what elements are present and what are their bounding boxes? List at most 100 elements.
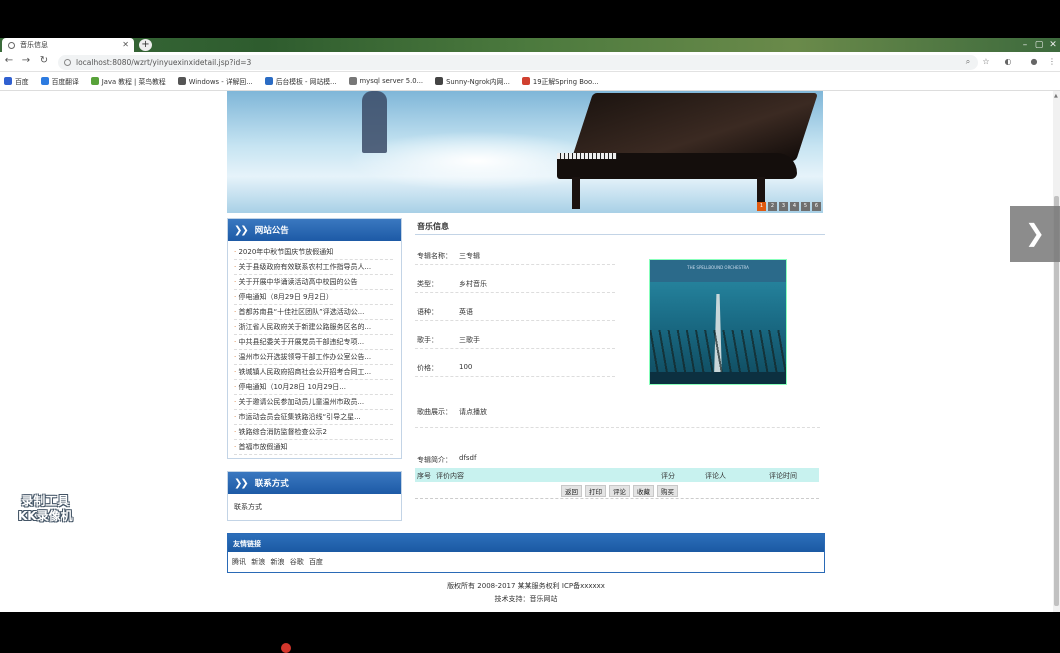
banner-page-button[interactable]: 3	[779, 202, 788, 211]
field-price: 价格： 100	[415, 357, 615, 377]
tab-title: 音乐信息	[20, 41, 48, 49]
menu-icon[interactable]: ⋮	[1046, 57, 1058, 66]
scroll-up-icon[interactable]: ▲	[1054, 93, 1058, 99]
copyright-text: 版权所有 2008-2017 某某服务权利 ICP备xxxxxx	[447, 582, 605, 590]
notice-link[interactable]: 停电通知（8月29日 9月2日）	[234, 290, 393, 305]
bookmark-item[interactable]: 百度	[4, 76, 29, 86]
field-genre: 类型： 乡村音乐	[415, 273, 615, 293]
bookmark-star-icon[interactable]: ☆	[980, 57, 992, 66]
url-input[interactable]: localhost:8080/wzrt/yinyuexinxidetail.js…	[58, 55, 978, 70]
banner-page-button[interactable]: 5	[801, 202, 810, 211]
banner-page-button[interactable]: 4	[790, 202, 799, 211]
notice-link[interactable]: 关于县级政府有效联系农村工作指导员人...	[234, 260, 393, 275]
notice-link[interactable]: 铁城镇人民政府招商社会公开招考合同工...	[234, 365, 393, 380]
info-icon	[64, 59, 71, 66]
friend-link[interactable]: 百度	[309, 558, 323, 566]
zoom-icon[interactable]: ⌕	[962, 57, 974, 67]
piano-leg	[572, 177, 580, 209]
friend-links-panel: 友情链接 腾讯 新浪 新浪 谷歌 百度	[227, 533, 825, 573]
close-tab-icon[interactable]: ✕	[122, 40, 129, 49]
banner-figures	[362, 91, 387, 153]
col-time: 评论时间	[769, 472, 797, 480]
favorite-button[interactable]: 收藏	[633, 485, 654, 497]
maximize-icon[interactable]: ▢	[1032, 39, 1046, 51]
bookmark-icon	[521, 77, 530, 85]
contact-title: 联系方式	[254, 479, 289, 489]
notice-link[interactable]: 浙江省人民政府关于新建公路服务区名的...	[234, 320, 393, 335]
bookmark-item[interactable]: Java 教程 | 菜鸟教程	[90, 76, 166, 86]
bookmark-icon	[90, 77, 99, 85]
notice-link[interactable]: 2020年中秋节国庆节放假通知	[234, 245, 393, 260]
video-letterbox-top	[0, 0, 1060, 38]
bookmark-item[interactable]: 19正解Spring Boo...	[521, 76, 599, 86]
bookmark-icon	[4, 77, 12, 85]
cover-text: THE SPELLBOUND ORCHESTRA	[687, 265, 749, 270]
col-author: 评论人	[705, 472, 726, 480]
action-buttons: 返回 打印 评论 收藏 购买	[561, 485, 678, 497]
music-title: 音乐信息	[415, 215, 825, 235]
contact-panel: ❯❯ 联系方式 联系方式	[227, 471, 402, 521]
piano-lid	[570, 93, 819, 161]
friend-link[interactable]: 新浪	[251, 558, 265, 566]
double-chevron-icon: ❯❯	[234, 224, 249, 236]
browser-tab[interactable]: 音乐信息 ✕	[2, 38, 134, 52]
banner-pager: 1 2 3 4 5 6	[757, 202, 821, 211]
row-divider	[415, 498, 819, 499]
bookmark-item[interactable]: 百度翻译	[40, 76, 79, 86]
intro-label: 专辑简介：	[417, 456, 452, 464]
friend-link[interactable]: 腾讯	[232, 558, 246, 566]
notice-link[interactable]: 市运动会员会征集铁路沿线“引导之星...	[234, 410, 393, 425]
notice-link[interactable]: 温州市公开选拔领导干部工作办公室公告...	[234, 350, 393, 365]
field-album-name: 专辑名称： 三专辑	[415, 245, 615, 265]
friend-link[interactable]: 谷歌	[290, 558, 304, 566]
music-detail: 音乐信息 专辑名称： 三专辑 类型： 乡村音乐 语种： 英语 歌手： 三歌手 价格： 10…	[415, 215, 825, 505]
bookmark-icon	[40, 77, 49, 85]
comment-button[interactable]: 评论	[609, 485, 630, 497]
banner-slideshow[interactable]: 1 2 3 4 5 6	[227, 91, 823, 213]
tab-favicon-icon	[8, 41, 15, 49]
support-text: 技术支持：音乐网站	[494, 595, 558, 603]
reload-icon[interactable]: ↻	[38, 55, 50, 66]
col-content: 评价内容	[436, 472, 464, 480]
notice-link[interactable]: 中共县纪委关于开展党员干部违纪专项...	[234, 335, 393, 350]
minimize-icon[interactable]: –	[1018, 39, 1032, 51]
forward-icon[interactable]: →	[20, 55, 32, 66]
url-text: localhost:8080/wzrt/yinyuexinxidetail.js…	[76, 58, 252, 67]
back-button[interactable]: 返回	[561, 485, 582, 497]
web-page: 1 2 3 4 5 6 ❯❯ 网站公告 2020年中秋节国庆节放假通知 关于县级…	[0, 91, 1053, 612]
bookmark-item[interactable]: 后台模板 - 网站模...	[264, 76, 337, 86]
links-list: 腾讯 新浪 新浪 谷歌 百度	[228, 552, 824, 567]
field-language: 语种： 英语	[415, 301, 615, 321]
notice-link[interactable]: 停电通知（10月28日 10月29日...	[234, 380, 393, 395]
cover-ground	[650, 372, 786, 384]
notice-link[interactable]: 关于开展中华诵读活动高中校园的公告	[234, 275, 393, 290]
friend-link[interactable]: 新浪	[270, 558, 284, 566]
notice-link[interactable]: 铁路综合消防监督检查公示2	[234, 425, 393, 440]
profile-icon[interactable]: ●	[1028, 57, 1040, 66]
extension-icon[interactable]: ◐	[1002, 57, 1014, 66]
preview-link[interactable]: 请点播放	[459, 407, 487, 417]
notice-list: 2020年中秋节国庆节放假通知 关于县级政府有效联系农村工作指导员人... 关于…	[228, 241, 401, 455]
back-icon[interactable]: ←	[3, 55, 15, 66]
bookmark-item[interactable]: Windows - 详解回...	[177, 76, 253, 86]
double-chevron-icon: ❯❯	[234, 477, 249, 489]
notice-link[interactable]: 关于邀请公民参加动员儿童温州市政员...	[234, 395, 393, 410]
banner-page-button[interactable]: 6	[812, 202, 821, 211]
print-button[interactable]: 打印	[585, 485, 606, 497]
notices-header: ❯❯ 网站公告	[228, 219, 401, 241]
banner-page-button[interactable]: 2	[768, 202, 777, 211]
contact-text: 联系方式	[234, 503, 262, 511]
bookmark-item[interactable]: mysql server 5.0...	[348, 77, 423, 85]
close-window-icon[interactable]: ✕	[1046, 39, 1060, 51]
notice-link[interactable]: 首福市放假通知	[234, 440, 393, 455]
recorder-watermark: 录制工具 KK录像机	[18, 494, 73, 523]
banner-page-button[interactable]: 1	[757, 202, 766, 211]
links-title: 友情链接	[228, 534, 824, 552]
page-scrollbar[interactable]: ▲	[1053, 91, 1060, 612]
bookmark-item[interactable]: Sunny-Ngrok内网...	[435, 76, 510, 86]
notice-link[interactable]: 首都苏南县“十佳社区团队”评选活动公...	[234, 305, 393, 320]
buy-button[interactable]: 购买	[657, 485, 678, 497]
cover-sky	[650, 260, 786, 282]
new-tab-button[interactable]: +	[139, 39, 152, 51]
chevron-right-icon[interactable]: ❯	[1010, 206, 1060, 262]
